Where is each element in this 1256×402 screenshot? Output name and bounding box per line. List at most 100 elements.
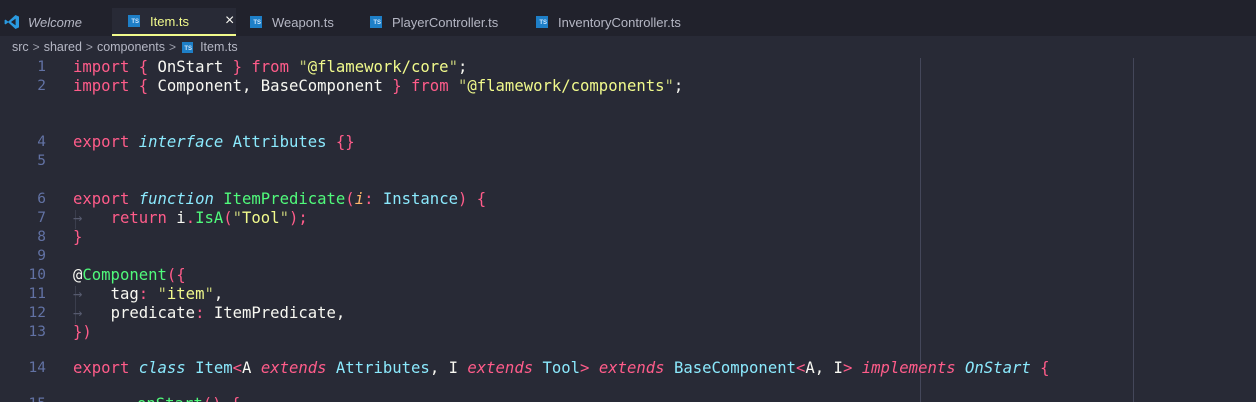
breadcrumb: src > shared > components > TS Item.ts xyxy=(12,38,238,56)
code-token: @flamework/components xyxy=(467,77,665,95)
line-number: 14 xyxy=(28,360,46,376)
code-line: }) xyxy=(73,323,92,342)
tab-label: Welcome xyxy=(28,14,82,30)
code-token: return xyxy=(110,209,167,227)
code-token: " xyxy=(279,209,289,227)
code-token: ItemPredicate xyxy=(223,190,346,208)
code-token: ( xyxy=(223,209,233,227)
line-number: 10 xyxy=(28,267,46,283)
ts-file-icon: TS xyxy=(182,41,194,53)
line-number: 1 xyxy=(37,59,46,75)
code-token: extends xyxy=(467,359,534,377)
code-token: function xyxy=(138,190,214,208)
tab-label: Item.ts xyxy=(150,13,190,29)
code-token: } xyxy=(73,228,83,246)
code-token: " xyxy=(664,77,674,95)
code-token: Instance xyxy=(382,190,458,208)
code-token: implements xyxy=(861,359,956,377)
close-icon[interactable]: × xyxy=(225,13,234,29)
code-token: from xyxy=(411,77,449,95)
code-token: () { xyxy=(203,395,241,402)
ts-file-icon: TS xyxy=(370,16,382,28)
code-token: < xyxy=(796,359,806,377)
line-number: 7 xyxy=(37,210,46,226)
code-token: @ xyxy=(73,266,83,284)
tab-label: InventoryController.ts xyxy=(558,14,681,30)
tab-welcome[interactable]: Welcome xyxy=(4,8,112,36)
code-line: export class Item<A extends Attributes, … xyxy=(73,359,1050,378)
code-line: import { Component, BaseComponent } from… xyxy=(73,77,683,96)
code-token: : xyxy=(138,285,149,303)
ts-file-icon: TS xyxy=(128,15,140,27)
code-token: Component, xyxy=(157,77,252,95)
line-number: 6 xyxy=(37,191,46,207)
line-number: 15 xyxy=(0,395,46,402)
code-token: Item xyxy=(195,359,233,377)
breadcrumb-item-shared[interactable]: shared xyxy=(44,40,82,54)
code-token: { xyxy=(138,77,149,95)
code-line: → predicate: ItemPredicate, xyxy=(73,304,345,323)
code-token: IsA xyxy=(195,209,224,227)
code-token: A xyxy=(242,359,252,377)
code-token: , I xyxy=(429,359,458,377)
tab-weapon-ts[interactable]: TS Weapon.ts xyxy=(250,8,362,36)
code-token: Tool xyxy=(242,209,280,227)
code-token: Component xyxy=(82,266,167,284)
code-token: : xyxy=(364,190,374,208)
code-token: ( xyxy=(345,190,355,208)
breadcrumb-item-src[interactable]: src xyxy=(12,40,29,54)
code-token: > xyxy=(842,359,853,377)
chevron-right-icon: > xyxy=(169,40,177,54)
code-token: " xyxy=(457,77,468,95)
code-token: ItemPredicate xyxy=(213,304,336,322)
code-token: predicate xyxy=(110,304,196,322)
chevron-right-icon: > xyxy=(32,40,40,54)
title-bar xyxy=(0,0,1256,8)
code-token: export xyxy=(73,133,130,151)
tab-label: Weapon.ts xyxy=(272,14,334,30)
code-token: ({ xyxy=(166,266,186,284)
code-token: , xyxy=(335,304,346,322)
code-token: ; xyxy=(457,58,468,76)
line-number: 8 xyxy=(37,229,46,245)
breadcrumb-item-file[interactable]: Item.ts xyxy=(200,40,238,54)
code-token: import xyxy=(73,58,130,76)
code-token: " xyxy=(204,285,214,303)
code-token: { xyxy=(138,58,149,76)
chevron-right-icon: > xyxy=(85,40,93,54)
code-editor[interactable]: 1 2 4 5 6 7 8 9 10 11 12 13 14 15 import… xyxy=(0,58,1256,402)
code-line: → tag: "item", xyxy=(73,285,223,304)
code-token: i xyxy=(176,209,186,227)
code-token: extends xyxy=(260,359,327,377)
code-token: . xyxy=(185,209,196,227)
code-token: > xyxy=(580,359,590,377)
code-token: Attributes xyxy=(232,133,327,151)
line-number: 2 xyxy=(37,78,46,94)
code-token: " xyxy=(298,58,308,76)
code-token: export xyxy=(73,359,130,377)
tab-playercontroller-ts[interactable]: TS PlayerController.ts xyxy=(370,8,530,36)
code-line: } xyxy=(73,228,82,247)
line-number: 9 xyxy=(37,248,46,264)
code-token: } xyxy=(392,77,402,95)
code-line: → return i.IsA("Tool"); xyxy=(73,209,308,228)
code-line: @Component({ xyxy=(73,266,186,285)
code-token: ); xyxy=(288,209,308,227)
code-line: import { OnStart } from "@flamework/core… xyxy=(73,58,467,77)
code-token: OnStart xyxy=(965,359,1031,377)
line-number: 13 xyxy=(28,324,46,340)
code-token: @flamework/core xyxy=(307,58,449,76)
code-line: export function ItemPredicate(i: Instanc… xyxy=(73,190,486,209)
code-token: < xyxy=(232,359,243,377)
code-token: interface xyxy=(138,133,224,151)
code-token: } xyxy=(232,58,243,76)
tab-inventorycontroller-ts[interactable]: TS InventoryController.ts xyxy=(536,8,716,36)
whitespace-tab-marker: → xyxy=(73,209,83,227)
code-token: : xyxy=(195,304,205,322)
code-token: ; xyxy=(673,77,684,95)
breadcrumb-item-components[interactable]: components xyxy=(97,40,165,54)
code-token: from xyxy=(251,58,289,76)
code-line: export interface Attributes {} xyxy=(73,133,355,152)
code-token: BaseComponent xyxy=(260,77,383,95)
tab-item-ts[interactable]: TS Item.ts × xyxy=(112,8,236,36)
